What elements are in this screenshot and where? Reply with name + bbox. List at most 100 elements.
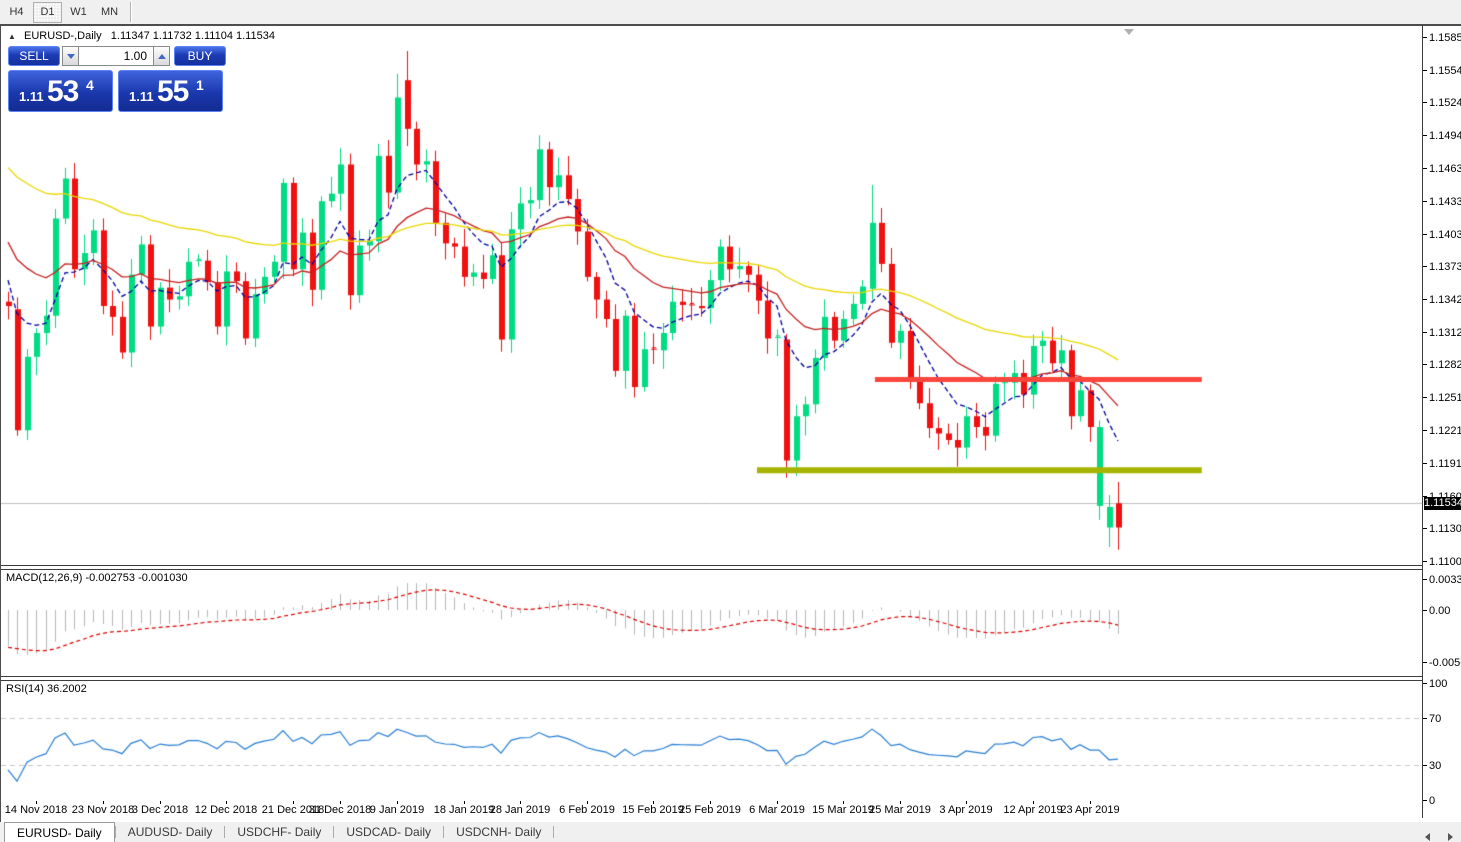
volume-decrease-button[interactable] [62,46,78,66]
price-axis-label: 1.12820 [1429,359,1461,371]
price-axis-label: 1.14940 [1429,130,1461,142]
timeframe-button-d1[interactable]: D1 [33,2,62,23]
one-click-panel-toggle-icon[interactable]: ▲ [8,32,16,41]
chevron-down-icon [67,54,75,59]
rsi-axis-label: 100 [1429,678,1447,690]
scroll-left-icon[interactable] [1425,833,1430,841]
rsi-axis-label: 0 [1429,795,1435,807]
price-axis-label-tick [1423,364,1427,365]
macd-label: MACD(12,26,9) -0.002753 -0.001030 [6,572,188,584]
price-axis-label-tick [1423,266,1427,267]
rsi-axis-label: 70 [1429,713,1441,725]
sell-button[interactable]: SELL [8,46,60,66]
volume-increase-button[interactable] [154,46,170,66]
timeframe-button-mn[interactable]: MN [95,2,124,23]
date-axis-label: 14 Nov 2018 [5,804,67,816]
rsi-panel-canvas[interactable] [1,681,1422,801]
one-click-trade-panel: SELL BUY 1.11 53 4 1.11 55 1 [8,46,226,66]
rsi-axis-label-tick [1423,800,1427,801]
scroll-right-icon[interactable] [1448,833,1453,841]
price-axis[interactable]: 1.15850 1.15545 1.15245 1.14940 1.14635 1.143… [1422,26,1461,818]
toolbar-separator [130,2,132,22]
price-axis-label: 1.14335 [1429,196,1461,208]
price-axis-label: 1.12215 [1429,425,1461,437]
date-axis[interactable]: 14 Nov 2018 23 Nov 20183 Dec 2018 12 Dec 2… [1,801,1422,818]
rsi-axis-label-tick [1423,683,1427,684]
buy-button[interactable]: BUY [174,46,226,66]
price-axis-label-tick [1423,332,1427,333]
macd-axis-label: 0.00 [1429,605,1450,617]
price-axis-label-tick [1423,102,1427,103]
chevron-up-icon [158,54,166,59]
price-axis-label-tick [1423,70,1427,71]
price-axis-label: 1.15545 [1429,65,1461,77]
macd-axis-label: -0.005663 [1429,657,1461,669]
price-axis-label: 1.15850 [1429,32,1461,44]
date-axis-label: 3 Dec 2018 [132,804,188,816]
price-axis-label: 1.11000 [1429,556,1461,568]
date-axis-label: 15 Feb 2019 [622,804,684,816]
macd-axis-label-tick [1423,662,1427,663]
ohlc-values: 1.11347 1.11732 1.11104 1.11534 [111,30,275,42]
price-axis-label: 1.14635 [1429,163,1461,175]
bid-price-button[interactable]: 1.11 53 4 [8,70,113,112]
date-axis-label: 12 Apr 2019 [1003,804,1062,816]
chart-tab-eurusd[interactable]: EURUSD- Daily [4,822,115,842]
timeframe-toolbar: H4D1W1MN [0,0,1461,24]
timeframe-button-w1[interactable]: W1 [64,2,93,23]
price-axis-label: 1.13120 [1429,327,1461,339]
chart-tab-usdcnh[interactable]: USDCNH- Daily [444,822,553,842]
price-axis-label-tick [1423,561,1427,562]
rsi-axis-label-tick [1423,765,1427,766]
tab-separator [553,826,554,838]
macd-axis-label: 0.003383 [1429,574,1461,586]
bid-pipette: 4 [86,77,94,93]
chart-region: ▲ EURUSD-,Daily 1.11347 1.11732 1.11104 … [0,24,1461,822]
price-axis-label-tick [1423,234,1427,235]
price-axis-label: 1.13730 [1429,261,1461,273]
date-axis-label: 3 Apr 2019 [939,804,992,816]
price-axis-label-tick [1423,201,1427,202]
date-axis-label: 23 Apr 2019 [1060,804,1119,816]
mt4-window: H4D1W1MN ▲ EURUSD-,Daily 1.11347 1.11732… [0,0,1461,842]
macd-axis-label-tick [1423,579,1427,580]
price-axis-label-tick [1423,168,1427,169]
price-axis-label-tick [1423,397,1427,398]
price-axis-label: 1.11910 [1429,458,1461,470]
price-axis-label: 1.13425 [1429,294,1461,306]
date-axis-label: 15 Mar 2019 [812,804,874,816]
date-axis-label: 31 Dec 2018 [309,804,371,816]
price-axis-label-tick [1423,37,1427,38]
date-axis-label: 12 Dec 2018 [195,804,257,816]
chart-tab-audusd[interactable]: AUDUSD- Daily [116,822,225,842]
date-axis-label: 9 Jan 2019 [370,804,424,816]
price-axis-label: 1.12515 [1429,392,1461,404]
chart-tab-usdchf[interactable]: USDCHF- Daily [225,822,333,842]
price-axis-label: 1.15245 [1429,97,1461,109]
timeframe-button-h4[interactable]: H4 [2,2,31,23]
chart-tab-usdcad[interactable]: USDCAD- Daily [334,822,443,842]
ask-price-button[interactable]: 1.11 55 1 [118,70,223,112]
ask-prefix: 1.11 [129,89,154,104]
date-axis-label: 25 Mar 2019 [869,804,931,816]
chart-shift-marker-icon[interactable] [1124,29,1134,35]
date-axis-label: 6 Mar 2019 [749,804,805,816]
date-axis-label: 28 Jan 2019 [490,804,551,816]
volume-input[interactable] [78,46,154,66]
price-axis-label-tick [1423,135,1427,136]
current-price-tag: 1.11534 [1424,497,1461,510]
ask-big-digits: 55 [157,75,188,109]
price-axis-label-tick [1423,430,1427,431]
date-axis-label: 18 Jan 2019 [434,804,495,816]
rsi-axis-label-tick [1423,718,1427,719]
chart-title-row: ▲ EURUSD-,Daily 1.11347 1.11732 1.11104 … [8,30,275,42]
date-axis-label: 23 Nov 2018 [72,804,134,816]
date-axis-label: 6 Feb 2019 [559,804,615,816]
price-axis-label: 1.11305 [1429,523,1461,535]
price-axis-label: 1.14030 [1429,229,1461,241]
macd-axis-label-tick [1423,610,1427,611]
chart-tab-bar: EURUSD- DailyAUDUSD- DailyUSDCHF- DailyU… [0,822,1461,842]
date-axis-label: 25 Feb 2019 [679,804,741,816]
price-axis-label-tick [1423,299,1427,300]
macd-panel-canvas[interactable] [1,570,1422,676]
